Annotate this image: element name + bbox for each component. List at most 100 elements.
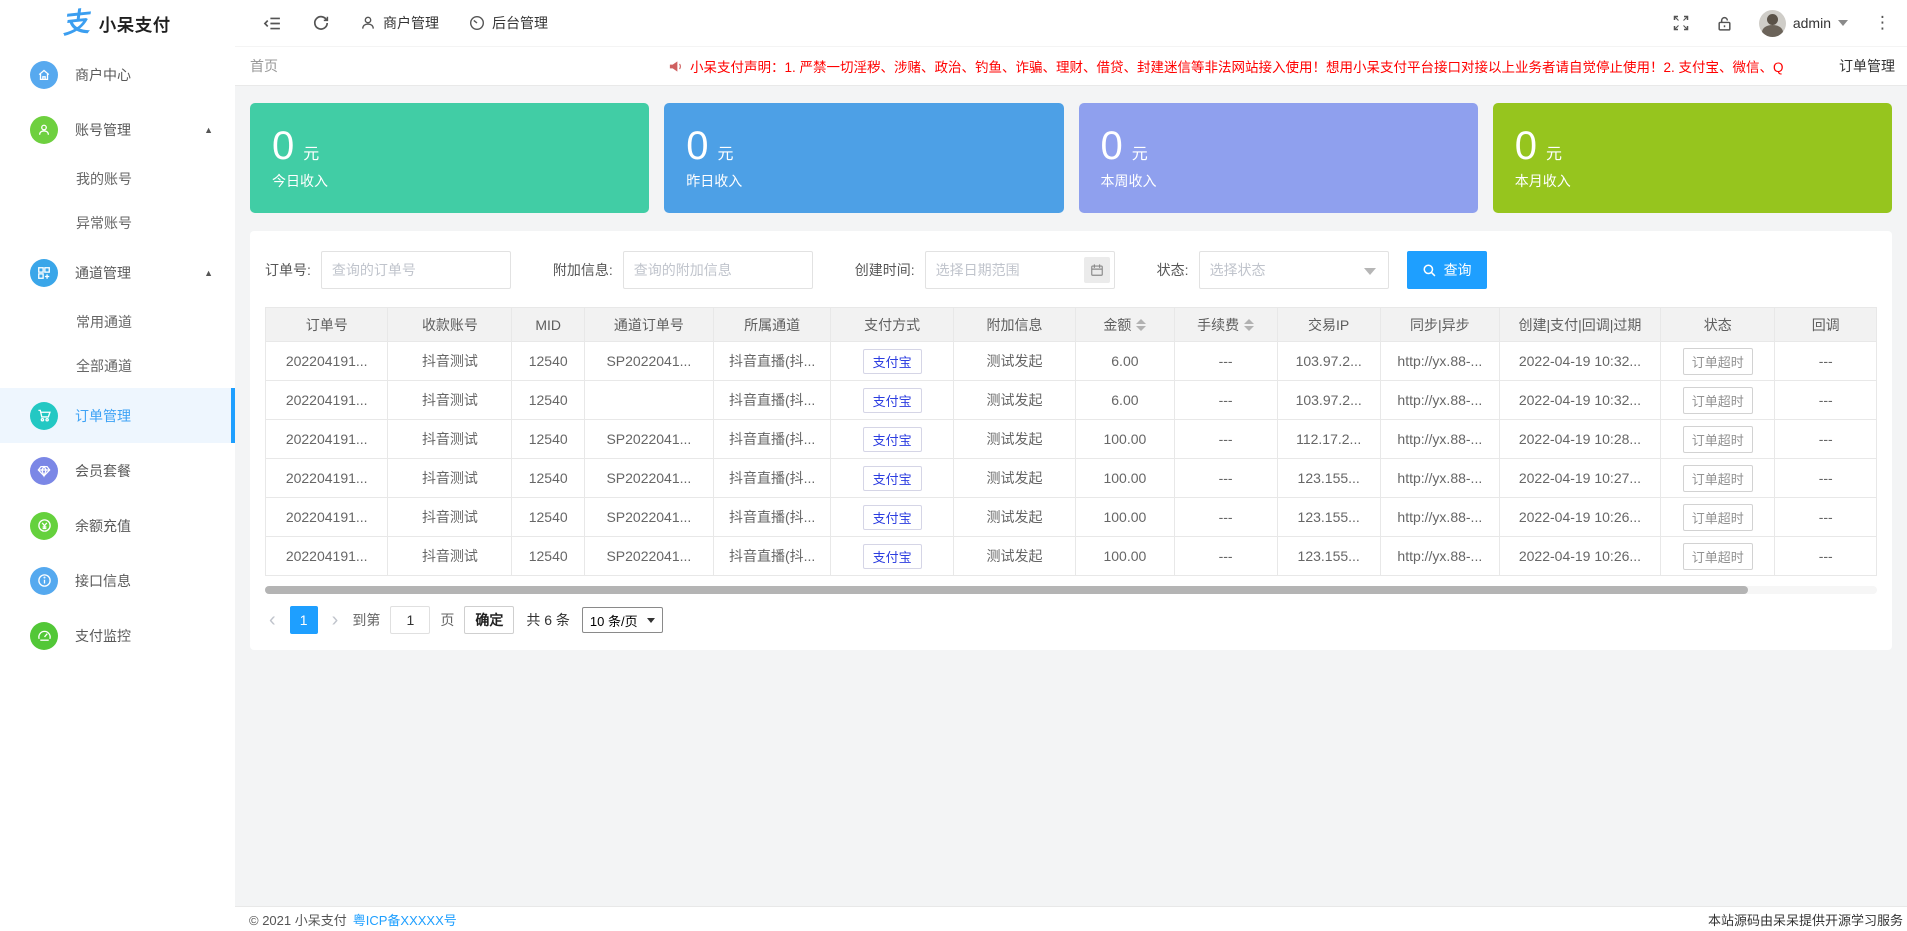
jump-suffix-label: 页 (440, 610, 454, 630)
tab-order-management[interactable]: 订单管理 (1827, 56, 1907, 76)
sidebar-subitem[interactable]: 我的账号 (0, 157, 235, 201)
table-cell: 202204191... (266, 342, 388, 381)
total-count-label: 共 6 条 (526, 610, 570, 630)
sidebar-item[interactable]: 订单管理 (0, 388, 235, 443)
filter-status-label: 状态: (1157, 260, 1189, 280)
coin-icon (30, 512, 58, 540)
sort-icon[interactable] (1136, 319, 1146, 331)
collapse-menu-icon[interactable] (263, 14, 282, 33)
table-cell: http://yx.88-... (1380, 459, 1499, 498)
topbar: 商户管理 后台管理 (235, 0, 1907, 47)
stat-card: 0 元 今日收入 (250, 103, 649, 213)
table-cell: 抖音测试 (388, 498, 512, 537)
sidebar-item[interactable]: 支付监控 (0, 608, 235, 663)
table-cell: http://yx.88-... (1380, 381, 1499, 420)
table-cell: 支付宝 (831, 381, 953, 420)
table-cell: 支付宝 (831, 498, 953, 537)
sidebar-subitem[interactable]: 全部通道 (0, 344, 235, 388)
table-cell: 202204191... (266, 459, 388, 498)
table-cell: 测试发起 (953, 498, 1075, 537)
pagination: ‹ 1 › 到第 页 确定 共 6 条 10 条/页 (265, 606, 1877, 634)
user-menu[interactable]: admin (1759, 10, 1848, 37)
info-icon (30, 567, 58, 595)
extra-info-input[interactable] (623, 251, 813, 289)
order-no-input[interactable] (321, 251, 511, 289)
footer-right-text: 本站源码由呆呆提供开源学习服务 (1708, 910, 1903, 929)
sort-icon[interactable] (1244, 319, 1254, 331)
home-icon (30, 61, 58, 89)
status-badge: 订单超时 (1683, 465, 1753, 492)
pay-method-badge: 支付宝 (863, 466, 922, 491)
jump-page-input[interactable] (390, 606, 430, 634)
prev-page-button[interactable]: ‹ (265, 610, 280, 630)
table-cell: SP2022041... (584, 342, 713, 381)
table-cell: http://yx.88-... (1380, 537, 1499, 576)
notice-marquee: 小呆支付声明：1. 严禁一切淫秽、涉赌、政治、钓鱼、诈骗、理财、借贷、封建迷信等… (668, 56, 1827, 76)
table-row: 202204191...抖音测试12540SP2022041...抖音直播(抖.… (266, 342, 1877, 381)
table-cell: 抖音直播(抖... (713, 420, 831, 459)
current-page-button[interactable]: 1 (290, 606, 318, 634)
nav-merchant-admin[interactable]: 商户管理 (360, 13, 439, 33)
search-button[interactable]: 查询 (1407, 251, 1487, 289)
breadcrumb[interactable]: 首页 (250, 56, 278, 76)
table-cell: 支付宝 (831, 459, 953, 498)
stat-card: 0 元 本周收入 (1079, 103, 1478, 213)
filter-extra-info-label: 附加信息: (553, 260, 613, 280)
logo-icon: 支 (61, 9, 91, 39)
status-select[interactable]: 选择状态 (1199, 251, 1389, 289)
column-header: 交易IP (1277, 308, 1380, 342)
topbar-left: 商户管理 后台管理 (263, 13, 548, 33)
chevron-down-icon (1364, 268, 1376, 275)
table-cell: 2022-04-19 10:32... (1499, 381, 1660, 420)
filter-order-no: 订单号: (265, 251, 511, 289)
status-badge: 订单超时 (1683, 387, 1753, 414)
sidebar-subitem[interactable]: 常用通道 (0, 300, 235, 344)
sidebar-item[interactable]: 通道管理 ▲ (0, 245, 235, 300)
breadcrumb-bar: 首页 小呆支付声明：1. 严禁一切淫秽、涉赌、政治、钓鱼、诈骗、理财、借贷、封建… (235, 47, 1907, 86)
table-header-row: 订单号 收款账号 MID 通道订单号 所属通道 支付方式 附加信息 金额 手续费… (266, 308, 1877, 342)
table-cell: 2022-04-19 10:28... (1499, 420, 1660, 459)
chevron-up-icon: ▲ (204, 125, 213, 135)
column-header: 附加信息 (953, 308, 1075, 342)
next-page-button[interactable]: › (328, 610, 343, 630)
column-header: 状态 (1661, 308, 1775, 342)
table-cell: --- (1174, 498, 1277, 537)
sidebar-item[interactable]: 会员套餐 (0, 443, 235, 498)
column-header[interactable]: 金额 (1076, 308, 1174, 342)
table-cell: http://yx.88-... (1380, 420, 1499, 459)
calendar-icon[interactable] (1084, 257, 1110, 283)
table-cell: SP2022041... (584, 537, 713, 576)
pay-method-badge: 支付宝 (863, 427, 922, 452)
icp-link[interactable]: 粤ICP备XXXXX号 (353, 910, 457, 929)
lock-icon[interactable] (1716, 15, 1733, 32)
status-badge: 订单超时 (1683, 426, 1753, 453)
sidebar-item[interactable]: 余额充值 (0, 498, 235, 553)
table-row: 202204191...抖音测试12540SP2022041...抖音直播(抖.… (266, 537, 1877, 576)
confirm-jump-button[interactable]: 确定 (464, 606, 514, 634)
column-header: 订单号 (266, 308, 388, 342)
stat-card-label: 今日收入 (272, 171, 649, 191)
notice-text: 小呆支付声明：1. 严禁一切淫秽、涉赌、政治、钓鱼、诈骗、理财、借贷、封建迷信等… (690, 56, 1784, 76)
fullscreen-icon[interactable] (1672, 14, 1690, 32)
table-cell: 订单超时 (1661, 498, 1775, 537)
table-cell: --- (1775, 381, 1877, 420)
page-size-select[interactable]: 10 条/页 (582, 607, 663, 633)
copyright-text: © 2021 小呆支付 (249, 910, 347, 929)
column-header[interactable]: 手续费 (1174, 308, 1277, 342)
nav-backend-admin-label: 后台管理 (492, 13, 548, 33)
sidebar-item[interactable]: 接口信息 (0, 553, 235, 608)
sidebar-item[interactable]: 商户中心 (0, 47, 235, 102)
table-cell: --- (1174, 342, 1277, 381)
sidebar-item-label: 账号管理 (75, 120, 131, 140)
scrollbar-thumb[interactable] (265, 586, 1748, 594)
stat-card-value: 0 元 (272, 126, 649, 166)
sidebar-item[interactable]: 账号管理 ▲ (0, 102, 235, 157)
nav-backend-admin[interactable]: 后台管理 (469, 13, 548, 33)
column-header: 支付方式 (831, 308, 953, 342)
more-menu-icon[interactable]: ⋮ (1874, 13, 1891, 33)
column-header: 通道订单号 (584, 308, 713, 342)
sidebar-subitem[interactable]: 异常账号 (0, 201, 235, 245)
refresh-icon[interactable] (312, 14, 330, 32)
table-cell: 订单超时 (1661, 459, 1775, 498)
stat-card: 0 元 昨日收入 (664, 103, 1063, 213)
